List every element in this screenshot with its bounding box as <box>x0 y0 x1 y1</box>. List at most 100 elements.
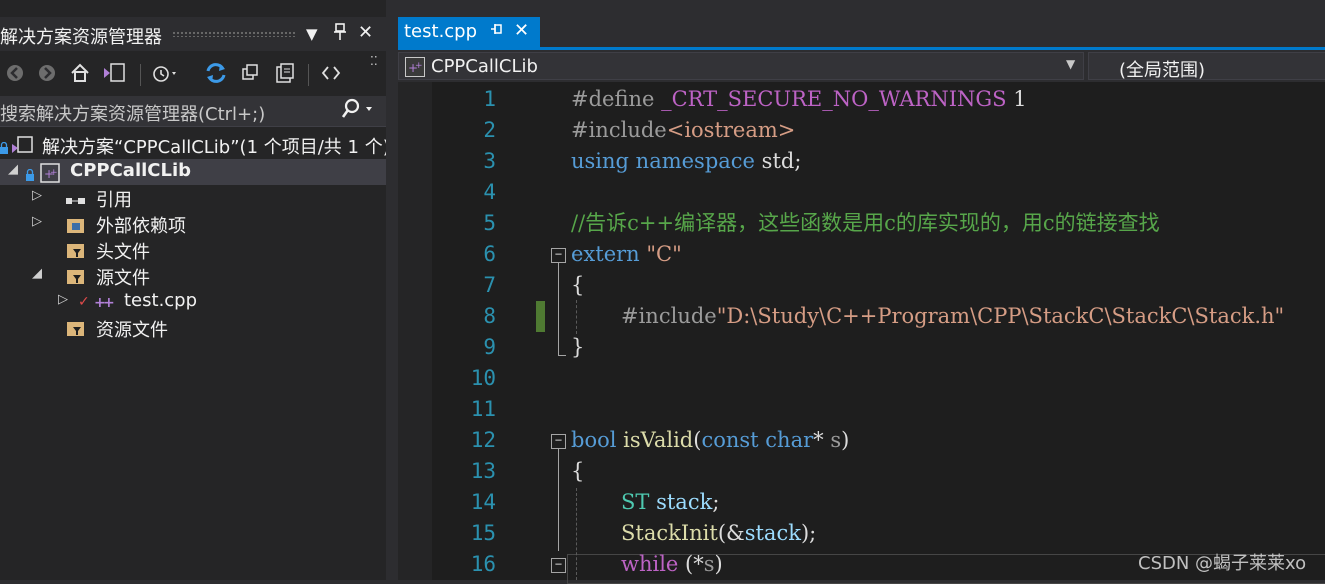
tree-item-test-cpp[interactable]: ▷ ✓ + + test.cpp <box>0 289 386 315</box>
outlining-line <box>558 263 559 355</box>
scope-dropdown-value: (全局范围) <box>1119 60 1206 81</box>
forward-icon[interactable] <box>34 60 60 86</box>
collapsed-arrow-icon[interactable]: ▷ <box>58 292 68 307</box>
code-token: _CRT_SECURE_NO_WARNINGS <box>661 87 1007 111</box>
line-number: 2 <box>483 118 496 142</box>
titlebar-grip[interactable] <box>172 31 296 37</box>
expanded-arrow-icon[interactable]: ◢ <box>32 266 42 281</box>
code-view-icon[interactable] <box>318 60 344 86</box>
code-token: stack <box>649 490 713 514</box>
code-token: std; <box>755 149 802 173</box>
svg-text:+: + <box>50 168 58 178</box>
switch-views-icon[interactable] <box>101 60 127 86</box>
code-line-2[interactable]: #include<iostream> <box>571 115 795 146</box>
filter-folder-icon <box>66 319 84 337</box>
tree-item-references[interactable]: ▷ 引用 <box>0 185 386 211</box>
home-icon[interactable] <box>67 60 93 86</box>
line-number: 15 <box>470 521 496 545</box>
code-line-5[interactable]: //告诉c++编译器，这些函数是用c的库实现的，用c的链接查找 <box>571 208 1160 239</box>
indent-guide <box>576 300 577 334</box>
collapse-region-icon[interactable]: − <box>551 558 566 573</box>
code-token: #define <box>571 87 662 111</box>
close-tab-icon[interactable]: ✕ <box>514 20 529 41</box>
code-token: bool <box>571 428 617 452</box>
tab-test-cpp[interactable]: test.cpp ✕ <box>398 17 540 47</box>
solution-explorer-search[interactable]: 搜索解决方案资源管理器(Ctrl+;) <box>0 96 386 127</box>
code-line-16[interactable]: while (*s) <box>621 549 723 580</box>
code-token: #include <box>621 304 717 328</box>
tree-item-project[interactable]: ◢ + + CPPCallCLib <box>0 159 386 185</box>
toolbar-overflow-icon[interactable]: ⁚⁚ <box>370 54 378 68</box>
code-line-14[interactable]: ST stack; <box>621 487 719 518</box>
code-token: s <box>830 428 842 452</box>
line-number: 11 <box>470 397 496 421</box>
close-icon[interactable]: ✕ <box>358 22 373 43</box>
code-token: "D:\Study\C++Program\CPP\StackC\StackC\S… <box>716 304 1285 328</box>
code-line-1[interactable]: #define _CRT_SECURE_NO_WARNINGS 1 <box>571 84 1027 115</box>
code-line-9[interactable]: } <box>571 332 584 363</box>
code-token: (* <box>678 552 704 576</box>
chevron-down-icon[interactable]: ▼ <box>1066 57 1075 71</box>
line-number: 5 <box>483 211 496 235</box>
solution-icon <box>12 136 33 154</box>
collapse-region-icon[interactable]: − <box>551 248 566 263</box>
tree-item-label: 资源文件 <box>96 320 168 341</box>
filter-folder-icon <box>66 267 84 285</box>
code-token: while <box>621 552 679 576</box>
code-token: char <box>758 428 814 452</box>
toolbar-separator <box>308 64 309 86</box>
collapse-all-icon[interactable] <box>238 60 264 86</box>
editor-indicator-margin[interactable] <box>398 82 432 580</box>
tree-item-external-dependencies[interactable]: ▷ 外部依赖项 <box>0 211 386 237</box>
code-line-6[interactable]: extern "C" <box>571 239 682 270</box>
tree-item-solution[interactable]: 解决方案“CPPCallCLib”(1 个项目/共 1 个) <box>0 132 386 158</box>
history-icon[interactable] <box>150 60 176 86</box>
collapse-region-icon[interactable]: − <box>551 434 566 449</box>
project-label: CPPCallCLib <box>70 160 192 181</box>
tree-item-resource-files[interactable]: 资源文件 <box>0 315 386 341</box>
pin-tab-icon[interactable] <box>490 22 504 40</box>
expanded-arrow-icon[interactable]: ◢ <box>8 162 18 177</box>
tree-item-header-files[interactable]: 头文件 <box>0 237 386 263</box>
line-number: 7 <box>483 273 496 297</box>
solution-explorer-toolbar: ⁚⁚ <box>0 54 386 92</box>
line-number: 4 <box>483 180 496 204</box>
line-number: 3 <box>483 149 496 173</box>
tree-item-label: test.cpp <box>124 290 198 311</box>
code-line-15[interactable]: StackInit(&stack); <box>621 518 816 549</box>
solution-explorer-title: 解决方案资源管理器 <box>0 27 162 48</box>
collapsed-arrow-icon[interactable]: ▷ <box>32 214 42 229</box>
code-line-13[interactable]: { <box>571 456 584 487</box>
code-line-3[interactable]: using namespace std; <box>571 146 801 177</box>
search-icon[interactable] <box>340 98 374 125</box>
pin-icon[interactable] <box>333 23 347 45</box>
lock-icon <box>0 138 8 154</box>
filter-folder-icon <box>66 241 84 259</box>
show-all-files-icon[interactable] <box>272 60 298 86</box>
search-input-placeholder[interactable]: 搜索解决方案资源管理器(Ctrl+;) <box>0 100 265 126</box>
line-number: 1 <box>483 87 496 111</box>
project-dropdown[interactable]: + + CPPCallCLib ▼ <box>398 52 1084 80</box>
code-line-7[interactable]: { <box>571 270 584 301</box>
code-line-12[interactable]: bool isValid(const char* s) <box>571 425 849 456</box>
solution-label: 解决方案“CPPCallCLib”(1 个项目/共 1 个) <box>42 137 386 158</box>
code-token: ) <box>714 552 723 576</box>
scope-dropdown[interactable]: (全局范围) <box>1088 52 1325 81</box>
code-token: ); <box>800 521 817 545</box>
code-token: 1 <box>1006 87 1027 111</box>
code-line-8[interactable]: #include"D:\Study\C++Program\CPP\StackC\… <box>621 301 1284 332</box>
back-icon[interactable] <box>2 60 28 86</box>
window-position-dropdown-icon[interactable]: ▼ <box>306 25 318 43</box>
collapsed-arrow-icon[interactable]: ▷ <box>32 188 42 203</box>
lock-icon <box>26 165 34 181</box>
code-token: s <box>703 552 715 576</box>
code-token: "C" <box>639 242 682 266</box>
code-token: * <box>813 428 831 452</box>
tree-item-source-files[interactable]: ◢ 源文件 <box>0 263 386 289</box>
code-token: #include <box>571 118 667 142</box>
line-number: 14 <box>470 490 496 514</box>
svg-text:+: + <box>103 295 115 310</box>
panel-splitter[interactable] <box>386 0 398 580</box>
code-token: namespace <box>629 149 755 173</box>
refresh-icon[interactable] <box>203 60 229 86</box>
